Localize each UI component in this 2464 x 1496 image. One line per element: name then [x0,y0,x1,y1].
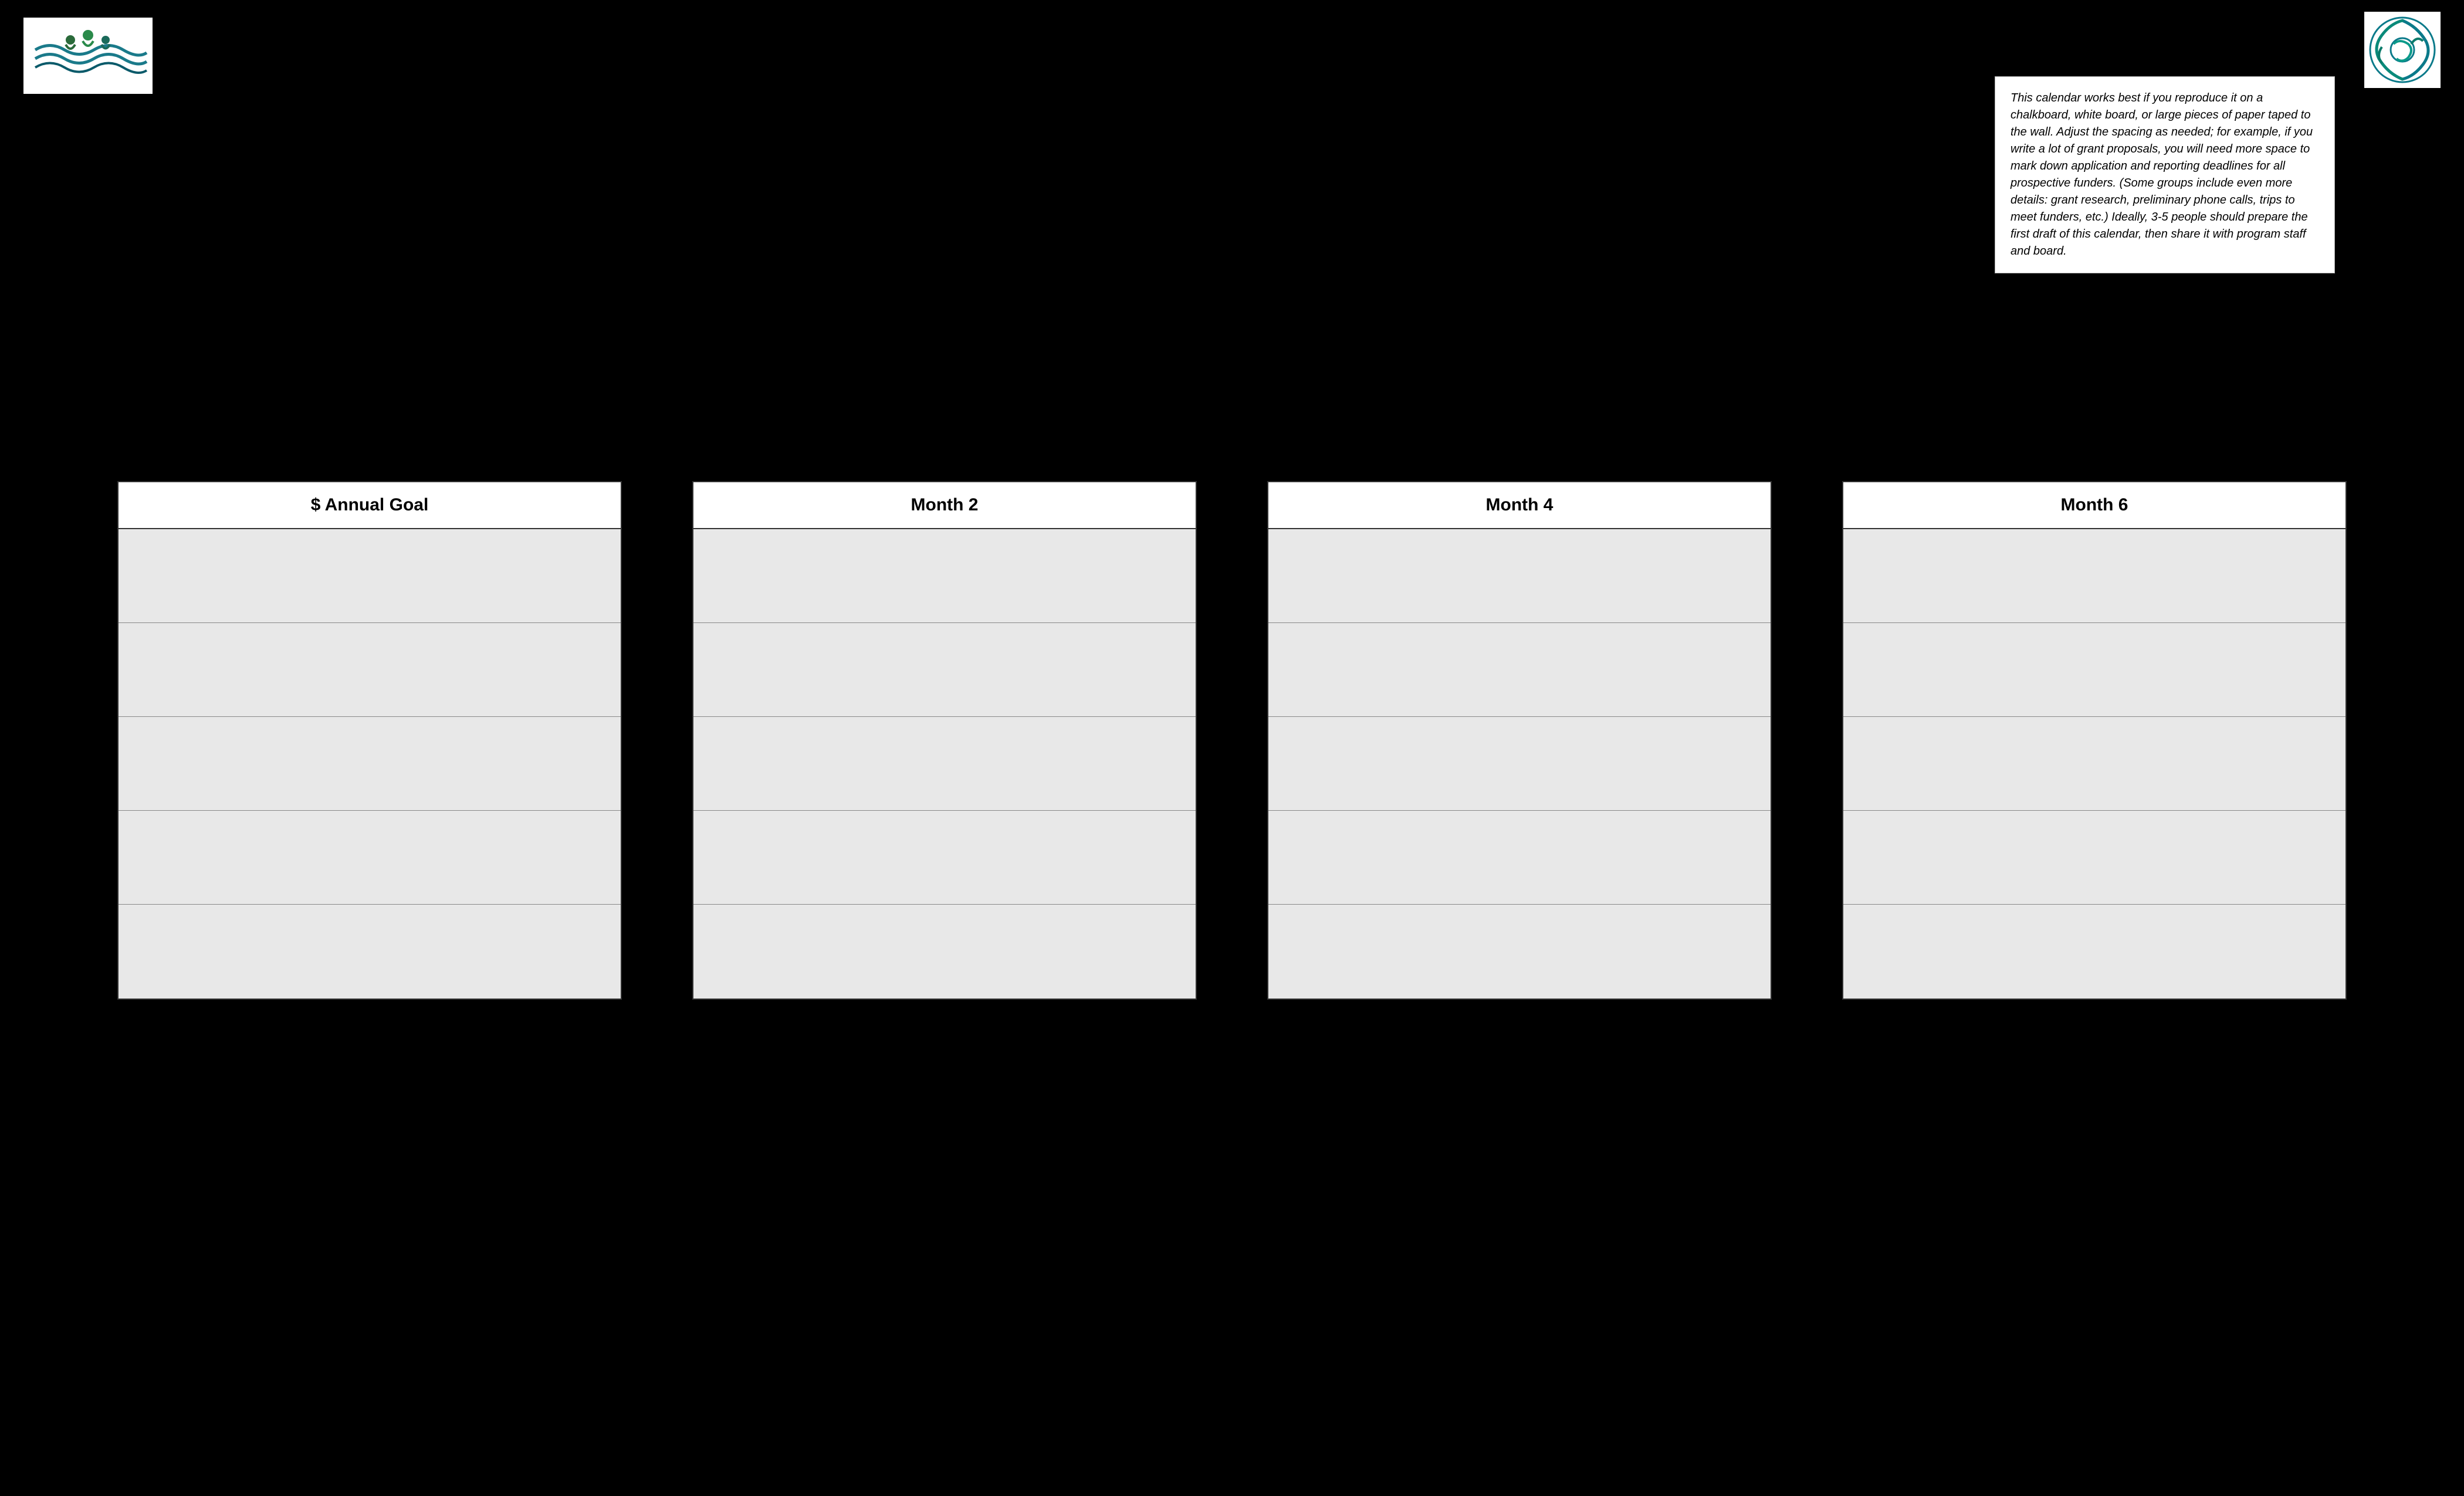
column-month4: Month 4 [1267,481,1772,1000]
column-month6-row-3 [1843,717,2345,811]
column-annual-goal-row-2 [119,623,621,717]
column-annual-goal-row-5 [119,905,621,999]
column-month4-row-3 [1268,717,1771,811]
column-annual-goal-row-1 [119,529,621,623]
column-annual-goal-row-4 [119,811,621,905]
column-month6-row-5 [1843,905,2345,999]
column-month2-row-5 [693,905,1196,999]
column-month4-row-5 [1268,905,1771,999]
grid-area: $ Annual Goal Month 2 Month 4 Month 6 [117,481,2347,1000]
column-month2-row-2 [693,623,1196,717]
column-month6: Month 6 [1842,481,2347,1000]
logo-right [2364,12,2441,88]
column-month2: Month 2 [692,481,1197,1000]
column-month4-row-4 [1268,811,1771,905]
column-month6-row-2 [1843,623,2345,717]
logo-left [23,18,153,94]
column-month2-row-3 [693,717,1196,811]
column-month6-row-4 [1843,811,2345,905]
column-month4-header: Month 4 [1268,482,1771,529]
info-box: This calendar works best if you reproduc… [1995,76,2335,273]
column-month4-row-2 [1268,623,1771,717]
column-month2-row-4 [693,811,1196,905]
column-month2-header: Month 2 [693,482,1196,529]
column-month2-row-1 [693,529,1196,623]
column-annual-goal-row-3 [119,717,621,811]
column-month6-row-1 [1843,529,2345,623]
column-annual-goal-header: $ Annual Goal [119,482,621,529]
column-month6-header: Month 6 [1843,482,2345,529]
info-box-text: This calendar works best if you reproduc… [2011,90,2319,260]
column-annual-goal: $ Annual Goal [117,481,622,1000]
column-month4-row-1 [1268,529,1771,623]
